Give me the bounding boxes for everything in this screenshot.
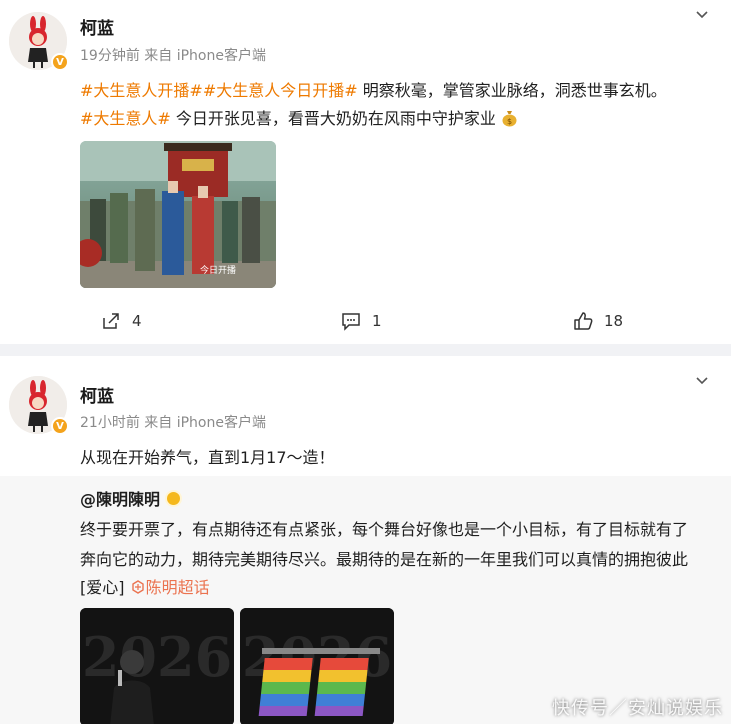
repost-author[interactable]: @陳明陳明 bbox=[80, 486, 183, 510]
watermark-text: 快传号／安灿说娱乐 bbox=[552, 698, 723, 719]
post-text: 今日开张见喜，看晋大奶奶在风雨中守护家业 bbox=[170, 109, 496, 128]
weibo-post-1: V 柯蓝 19分钟前 来自 iPhone客户端 #大生意人开播##大生意人今日开… bbox=[0, 0, 731, 344]
comment-button[interactable]: 1 bbox=[340, 310, 382, 332]
gold-verified-badge-icon bbox=[165, 489, 183, 507]
emoji-text: [爱心] bbox=[80, 578, 125, 597]
image-caption: 今日开播 bbox=[200, 264, 236, 276]
chevron-down-icon[interactable] bbox=[695, 374, 709, 388]
poster-year-text: 2026 bbox=[82, 625, 232, 689]
post-meta: 19分钟前 来自 iPhone客户端 bbox=[80, 48, 266, 64]
rainbow-ticket-image: 2026 bbox=[240, 608, 394, 724]
hashtag-link[interactable]: #大生意人开播##大生意人今日开播# bbox=[80, 81, 358, 100]
repost-text-line-1: 终于要开票了，有点期待还有点紧张，每个舞台好像也是一个小目标，有了目标就有了 bbox=[80, 520, 689, 539]
money-bag-icon: $ bbox=[501, 109, 518, 131]
supertopic-icon bbox=[130, 579, 146, 599]
post-text: 明察秋毫，掌管家业脉络，洞悉世事玄机。 bbox=[357, 81, 667, 100]
feed-divider bbox=[0, 344, 731, 356]
share-icon bbox=[103, 313, 119, 329]
verified-badge-icon: V bbox=[51, 417, 69, 435]
post-meta: 21小时前 来自 iPhone客户端 bbox=[80, 415, 266, 431]
repost-image-2[interactable]: 2026 bbox=[240, 608, 394, 724]
comment-icon bbox=[342, 313, 360, 331]
post-text: 从现在开始养气，直到1月17～造！ bbox=[80, 448, 335, 467]
post-username[interactable]: 柯蓝 bbox=[80, 14, 114, 39]
repost-count: 4 bbox=[132, 312, 142, 330]
repost-text-line-2: 奔向它的动力，期待完美期待尽兴。最期待的是在新的一年里我们可以真情的拥抱彼此 bbox=[80, 550, 689, 569]
post-text-line-2: #大生意人# 今日开张见喜，看晋大奶奶在风雨中守护家业 $ bbox=[80, 105, 518, 131]
repost-author-name[interactable]: @陳明陳明 bbox=[80, 486, 160, 510]
comment-count: 1 bbox=[372, 312, 382, 330]
reposted-content[interactable]: @陳明陳明 终于要开票了，有点期待还有点紧张，每个舞台好像也是一个小目标，有了目… bbox=[0, 476, 731, 724]
repost-button[interactable]: 4 bbox=[100, 310, 142, 332]
like-count: 18 bbox=[604, 312, 624, 330]
like-button[interactable]: 18 bbox=[572, 310, 623, 332]
repost-text-line-3: [爱心] 陈明超话 bbox=[80, 574, 210, 599]
hashtag-link[interactable]: #大生意人# bbox=[80, 109, 171, 128]
post-text-line-1: #大生意人开播##大生意人今日开播# 明察秋毫，掌管家业脉络，洞悉世事玄机。 bbox=[80, 77, 667, 101]
drama-poster-image: 今日开播 bbox=[80, 141, 276, 288]
chevron-down-icon[interactable] bbox=[695, 8, 709, 22]
concert-poster-image: 2026 bbox=[80, 608, 234, 724]
post-actions: 4 1 18 bbox=[0, 310, 731, 334]
repost-image-1[interactable]: 2026 bbox=[80, 608, 234, 724]
svg-text:$: $ bbox=[507, 117, 512, 126]
supertopic-link[interactable]: 陈明超话 bbox=[146, 578, 210, 597]
post-image[interactable]: 今日开播 bbox=[80, 141, 276, 288]
weibo-post-2: V 柯蓝 21小时前 来自 iPhone客户端 从现在开始养气，直到1月17～造… bbox=[0, 356, 731, 724]
thumbs-up-icon bbox=[574, 312, 593, 330]
post-username[interactable]: 柯蓝 bbox=[80, 382, 114, 407]
verified-badge-icon: V bbox=[51, 53, 69, 71]
